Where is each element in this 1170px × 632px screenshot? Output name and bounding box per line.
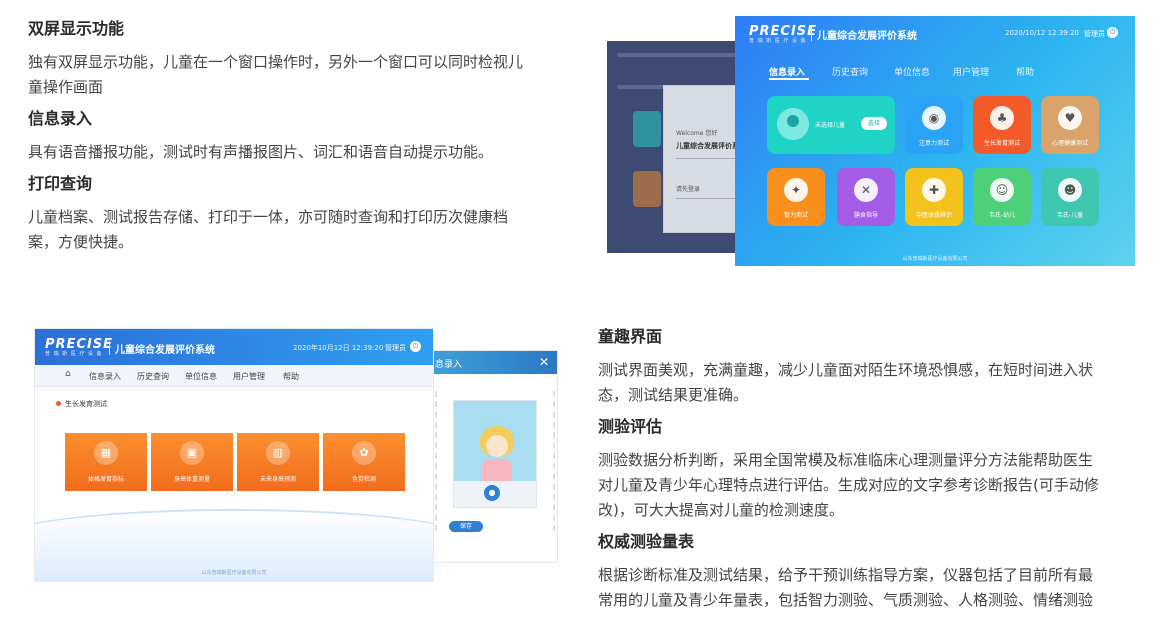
power-icon[interactable]: ⏻ [410, 341, 421, 352]
section-title: 生长发育测试 [56, 400, 107, 408]
tile-tcm-constitution[interactable]: ✚ 中医体质辨识 [905, 168, 963, 226]
divider [811, 27, 812, 41]
heart-hands-icon: ♥ [1058, 106, 1082, 130]
sprout-icon: ♣ [990, 106, 1014, 130]
feature-desc: 测试界面美观，充满童趣，减少儿童面对陌生环境恐惧感，在短时间进入状 态，测试结果更… [598, 361, 1094, 404]
user-name[interactable]: 管理员 [1084, 29, 1105, 39]
nav-history[interactable]: 历史查询 [832, 65, 868, 78]
screen2-main-window: PRECISE 普 瑞 斯 医 疗 设 备 儿童综合发展评价系统 2020年10… [34, 328, 434, 582]
tile-attention-test[interactable]: ◉ 注意力测试 [905, 96, 963, 154]
feature-title: 权威测验量表 [598, 532, 695, 551]
close-icon[interactable]: ✕ [539, 355, 549, 369]
nav-active-indicator [769, 78, 809, 80]
feature-desc: 测验数据分析判断，采用全国常模及标准临床心理测量评分方法能帮助医生 对儿童及青少年… [598, 451, 1099, 519]
divider [435, 391, 438, 531]
chart-icon: ▦ [94, 441, 118, 465]
tile-wechsler-preschool[interactable]: ☺ 韦氏-幼儿 [973, 168, 1031, 226]
card-physical-indicators[interactable]: ▦ 体格发育指标 [65, 433, 147, 491]
power-icon[interactable]: ⏻ [1107, 27, 1118, 38]
nav-info-entry[interactable]: 信息录入 [89, 371, 121, 382]
tile-intelligence-test[interactable]: ✦ 智力测试 [767, 168, 825, 226]
feature-desc: 儿童档案、测试报告存储、打印于一体，亦可随时查询和打印历次健康档 案，方便快捷。 [28, 208, 509, 251]
card-height-prediction[interactable]: ▥ 未来身高预测 [237, 433, 319, 491]
feature-title: 测验评估 [598, 417, 663, 436]
nav-history[interactable]: 历史查询 [137, 371, 169, 382]
feature-title: 信息录入 [28, 109, 93, 128]
feature-print-query: 打印查询 儿童档案、测试报告存储、打印于一体，亦可随时查询和打印历次健康档 案，方… [28, 173, 568, 255]
feature-title: 双屏显示功能 [28, 19, 125, 38]
precise-logo: PRECISE 普 瑞 斯 医 疗 设 备 [45, 337, 114, 357]
select-button[interactable]: 选择 [861, 117, 887, 130]
divider [676, 158, 736, 159]
footer-company: 山东普瑞斯医疗设备有限公司 [902, 256, 968, 262]
bulb-head-icon: ✦ [784, 178, 808, 202]
ruler-icon: ▥ [266, 441, 290, 465]
dialog-title: 儿童综合发展评价系 [676, 142, 739, 150]
feature-desc: 独有双屏显示功能，儿童在一个窗口操作时，另外一个窗口可以同时检视儿 童操作画面 [28, 53, 524, 96]
dialog-login-button[interactable]: 请先登录 [676, 184, 700, 193]
feature-title: 打印查询 [28, 174, 93, 193]
avatar-icon [777, 108, 809, 140]
nav-help[interactable]: 帮助 [283, 371, 299, 382]
dim-header [617, 53, 737, 57]
nav-user-management[interactable]: 用户管理 [953, 65, 989, 78]
tile-diet-guidance[interactable]: ✕ 膳食指导 [837, 168, 895, 226]
feature-scales: 权威测验量表 根据诊断标准及测试结果，给予干预训练指导方案，仪器包括了目前所有最… [598, 531, 1143, 613]
kid-face-icon: ☻ [1058, 178, 1082, 202]
dim-tile [633, 171, 661, 207]
feature-info-entry: 信息录入 具有语音播报功能，测试时有声播报图片、词汇和语音自动提示功能。 [28, 108, 568, 165]
footer-company: 山东普瑞斯医疗设备有限公司 [201, 570, 267, 576]
divider [676, 198, 736, 199]
nav-unit-info[interactable]: 单位信息 [185, 371, 217, 382]
nav-unit-info[interactable]: 单位信息 [894, 65, 930, 78]
nav-help[interactable]: 帮助 [1016, 65, 1034, 78]
dim-tile [633, 111, 661, 147]
app-title: 儿童综合发展评价系统 [817, 31, 917, 42]
dialog-title: 息录入 [435, 360, 463, 370]
divider [109, 341, 110, 355]
card-color-vision[interactable]: ✿ 色觉检测 [323, 433, 405, 491]
precise-logo: PRECISE 普 瑞 斯 医 疗 设 备 [749, 24, 818, 44]
screen2-info-entry-dialog: 息录入 ✕ ● 保存 [432, 350, 558, 563]
child-face-icon: ☺ [990, 178, 1014, 202]
nav-user-management[interactable]: 用户管理 [233, 371, 265, 382]
select-child-label: 未选择儿童 [815, 122, 846, 129]
screen1-main-window: PRECISE 普 瑞 斯 医 疗 设 备 儿童综合发展评价系统 2020/10… [735, 16, 1135, 266]
feature-title: 童趣界面 [598, 327, 663, 346]
select-child-card[interactable]: 未选择儿童 选择 [767, 96, 895, 154]
tile-wechsler-child[interactable]: ☻ 韦氏-儿童 [1041, 168, 1099, 226]
save-button[interactable]: 保存 [449, 521, 483, 532]
feature-dual-screen: 双屏显示功能 独有双屏显示功能，儿童在一个窗口操作时，另外一个窗口可以同时检视儿… [28, 18, 568, 100]
user-name[interactable]: 管理员 [385, 343, 406, 353]
scale-icon: ▣ [180, 441, 204, 465]
app-title: 儿童综合发展评价系统 [115, 345, 215, 356]
divider [552, 391, 555, 531]
feature-desc: 根据诊断标准及测试结果，给予干预训练指导方案，仪器包括了目前所有最 常用的儿童及青… [598, 566, 1094, 609]
datetime: 2020/10/12 12:39:20 [1005, 29, 1080, 37]
card-height-weight[interactable]: ▣ 身高体重测量 [151, 433, 233, 491]
camera-icon[interactable]: ● [484, 485, 500, 501]
feature-evaluation: 测验评估 测验数据分析判断，采用全国常模及标准临床心理测量评分方法能帮助医生 对儿… [598, 416, 1143, 523]
tile-mental-health-test[interactable]: ♥ 心理健康测试 [1041, 96, 1099, 154]
right-feature-list: 童趣界面 测试界面美观，充满童趣，减少儿童面对陌生环境恐惧感，在短时间进入状 态，… [598, 326, 1143, 621]
feature-fun-ui: 童趣界面 测试界面美观，充满童趣，减少儿童面对陌生环境恐惧感，在短时间进入状 态，… [598, 326, 1143, 408]
datetime: 2020年10月12日 12:39:20 [293, 344, 384, 352]
left-feature-list: 双屏显示功能 独有双屏显示功能，儿童在一个窗口操作时，另外一个窗口可以同时检视儿… [28, 18, 568, 263]
utensils-icon: ✕ [854, 178, 878, 202]
feature-desc: 具有语音播报功能，测试时有声播报图片、词汇和语音自动提示功能。 [28, 143, 494, 161]
dialog-welcome: Welcome 您好 [676, 130, 718, 137]
palette-icon: ✿ [352, 441, 376, 465]
nav-info-entry[interactable]: 信息录入 [769, 65, 805, 78]
eye-icon: ◉ [922, 106, 946, 130]
home-icon[interactable]: ⌂ [65, 369, 71, 379]
person-plus-icon: ✚ [922, 178, 946, 202]
tile-growth-test[interactable]: ♣ 生长发育测试 [973, 96, 1031, 154]
